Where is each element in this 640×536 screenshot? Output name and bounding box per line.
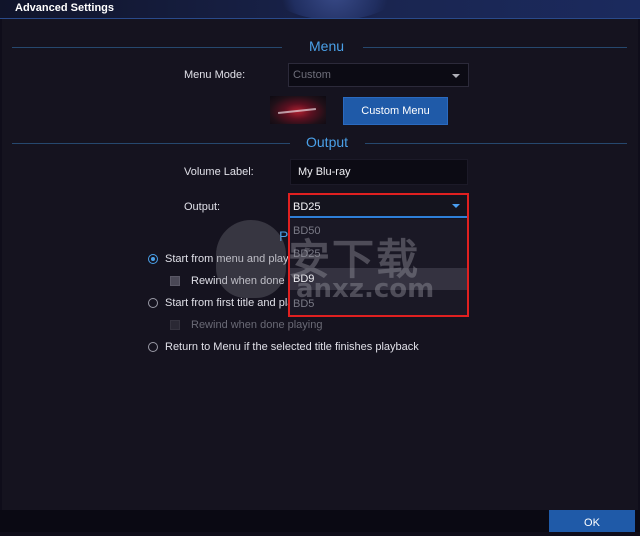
title-bar-decoration: [270, 0, 400, 18]
divider-line: [12, 143, 290, 144]
return-to-menu-label[interactable]: Return to Menu if the selected title fin…: [165, 341, 419, 353]
chevron-down-icon: [452, 204, 460, 208]
start-from-first-title-radio[interactable]: [148, 298, 158, 308]
output-dropdown-list: BD50 BD25 BD9 BD5: [290, 219, 468, 315]
window-title: Advanced Settings: [15, 2, 115, 14]
start-from-menu-radio[interactable]: [148, 254, 158, 264]
output-select[interactable]: BD25: [290, 196, 468, 218]
return-to-menu-radio[interactable]: [148, 342, 158, 352]
volume-label-label: Volume Label:: [184, 166, 254, 178]
output-value: BD25: [293, 201, 321, 213]
output-section-header: Output: [0, 134, 640, 154]
output-section-title: Output: [306, 134, 349, 150]
rewind-checkbox-2: [170, 320, 180, 330]
custom-menu-button[interactable]: Custom Menu: [343, 97, 448, 125]
ok-button[interactable]: OK: [549, 510, 635, 532]
output-option-bd5[interactable]: BD5: [290, 293, 468, 315]
volume-label-input[interactable]: My Blu-ray: [290, 159, 468, 185]
rewind-label-2: Rewind when done playing: [191, 319, 323, 331]
output-label: Output:: [184, 201, 221, 213]
menu-section-title: Menu: [309, 38, 345, 54]
chevron-down-icon: [452, 74, 460, 78]
output-option-bd50[interactable]: BD50: [290, 220, 468, 242]
divider-line: [12, 47, 282, 48]
menu-mode-value: Custom: [293, 69, 331, 81]
menu-mode-label: Menu Mode:: [184, 69, 246, 81]
output-option-bd9[interactable]: BD9: [290, 268, 468, 290]
output-option-bd25[interactable]: BD25: [290, 243, 468, 265]
start-from-first-title-label[interactable]: Start from first title and play: [165, 297, 299, 309]
menu-mode-select[interactable]: Custom: [288, 63, 469, 87]
menu-thumbnail: [270, 96, 326, 124]
divider-line: [363, 47, 627, 48]
dialog-footer: [0, 510, 640, 532]
title-bar: Advanced Settings: [0, 0, 640, 18]
start-from-menu-label[interactable]: Start from menu and play: [165, 253, 289, 265]
divider-line: [365, 143, 627, 144]
menu-section-header: Menu: [0, 38, 640, 58]
rewind-checkbox-1[interactable]: [170, 276, 180, 286]
